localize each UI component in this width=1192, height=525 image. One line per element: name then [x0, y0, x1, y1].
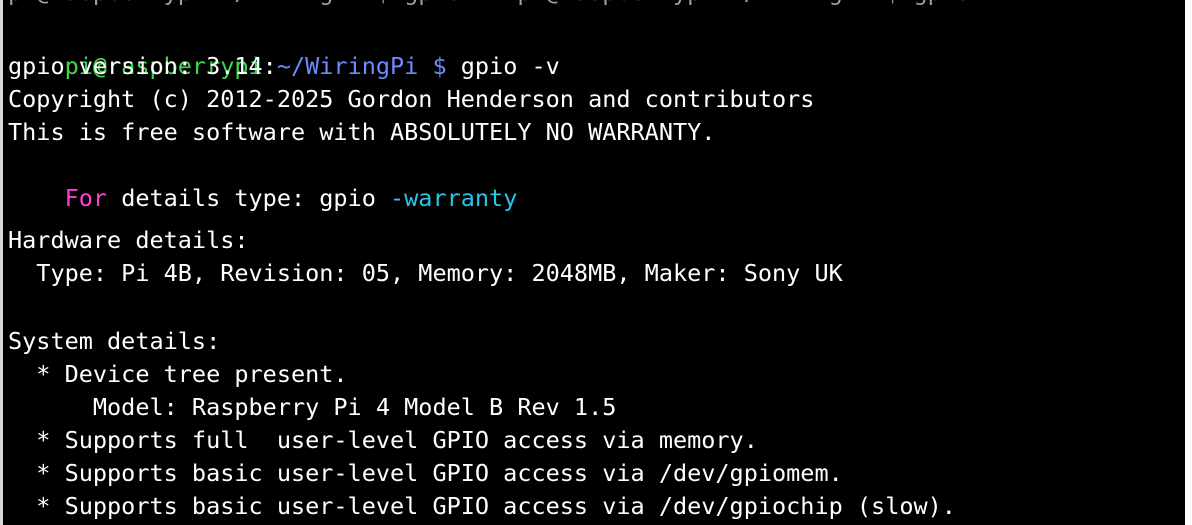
hardware-info-line: Type: Pi 4B, Revision: 05, Memory: 2048M…: [8, 259, 843, 287]
warranty-details-line: For details type: gpio -warranty: [8, 149, 518, 212]
terminal-window[interactable]: pi@raspberrypi:~/WiringPi $ gpio -v pi@r…: [0, 0, 1185, 525]
details-text: details type: gpio: [107, 184, 391, 212]
support-gpiochip-line: * Supports basic user-level GPIO access …: [8, 492, 956, 520]
prompt-dollar: $: [418, 52, 447, 80]
hardware-heading: Hardware details:: [8, 226, 249, 254]
copyright-line: Copyright (c) 2012-2025 Gordon Henderson…: [8, 85, 815, 113]
version-line: gpio version: 3.14: [8, 52, 263, 80]
device-tree-line: * Device tree present.: [8, 360, 348, 388]
window-left-border: [0, 0, 3, 525]
prompt-path: ~/WiringPi: [276, 52, 419, 80]
warranty-flag: -warranty: [390, 184, 518, 212]
model-line: Model: Raspberry Pi 4 Model B Rev 1.5: [8, 393, 617, 421]
support-gpiomem-line: * Supports basic user-level GPIO access …: [8, 459, 843, 487]
prompt-command: gpio -v: [446, 52, 560, 80]
support-memory-line: * Supports full user-level GPIO access v…: [8, 426, 758, 454]
prompt-line: pi@raspberrypi:~/WiringPi $ gpio -v: [8, 17, 560, 80]
system-heading: System details:: [8, 327, 221, 355]
prompt-colon: :: [262, 52, 277, 80]
for-keyword: For: [64, 184, 108, 212]
free-software-line: This is free software with ABSOLUTELY NO…: [8, 118, 716, 146]
partial-line-text: pi@raspberrypi:~/WiringPi $ gpio -v pi@r…: [8, 0, 1013, 9]
scrolled-partial-line: pi@raspberrypi:~/WiringPi $ gpio -v pi@r…: [0, 0, 1185, 9]
